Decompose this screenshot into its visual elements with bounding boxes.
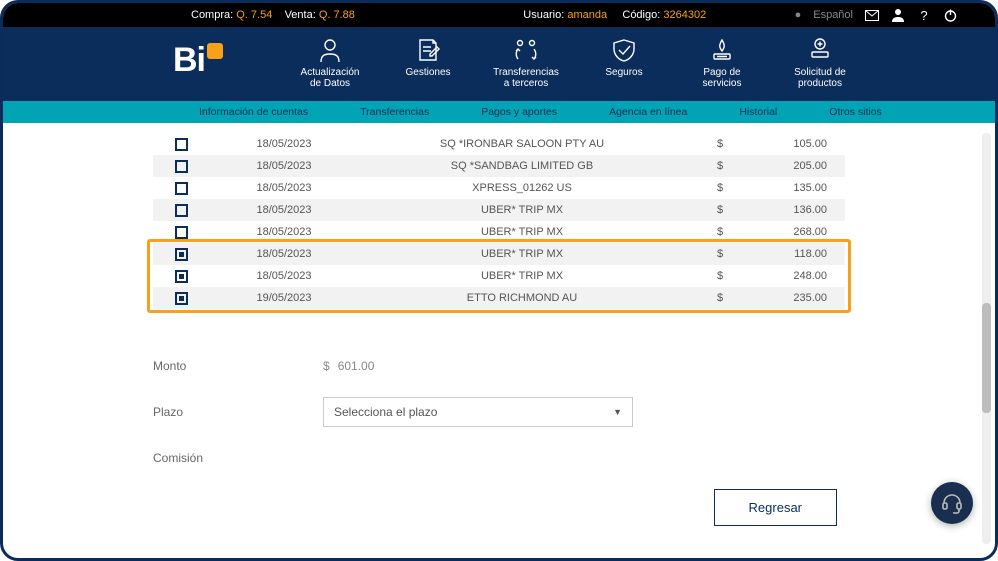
nav-solicitud-productos[interactable]: Solicitud de productos [785,37,855,89]
main-content: 18/05/2023SQ *IRONBAR SALOON PTY AU$105.… [3,123,995,558]
row-desc: ETTO RICHMOND AU [359,287,685,309]
regresar-button[interactable]: Regresar [714,489,837,526]
subnav-transferencias[interactable]: Transferencias [360,106,429,118]
venta-value: Q. 7.88 [319,9,355,21]
subnav-historial[interactable]: Historial [739,106,777,118]
table-row: 18/05/2023SQ *IRONBAR SALOON PTY AU$105.… [153,133,845,155]
row-amount: 268.00 [755,221,845,243]
logo-accent [207,43,223,59]
row-checkbox[interactable] [175,248,188,261]
nav-transferencias-terceros[interactable]: Transferencias a terceros [491,37,561,89]
sub-nav: Información de cuentas Transferencias Pa… [3,101,995,123]
usuario-label: Usuario: [523,9,564,21]
row-date: 18/05/2023 [209,177,359,199]
help-icon[interactable]: ? [917,8,931,22]
transactions-table: 18/05/2023SQ *IRONBAR SALOON PTY AU$105.… [153,133,845,309]
venta-label: Venta: [285,9,316,21]
comision-label: Comisión [153,451,323,465]
row-currency: $ [685,243,755,265]
compra-value: Q. 7.54 [236,9,272,21]
row-amount: 105.00 [755,133,845,155]
codigo-value: 3264302 [663,9,706,21]
row-date: 18/05/2023 [209,221,359,243]
table-row: 18/05/2023UBER* TRIP MX$136.00 [153,199,845,221]
row-currency: $ [685,133,755,155]
row-desc: UBER* TRIP MX [359,265,685,287]
row-amount: 248.00 [755,265,845,287]
row-amount: 235.00 [755,287,845,309]
subnav-pagos-aportes[interactable]: Pagos y aportes [481,106,557,118]
row-desc: XPRESS_01262 US [359,177,685,199]
subnav-agencia-linea[interactable]: Agencia en línea [609,106,687,118]
row-currency: $ [685,265,755,287]
row-date: 18/05/2023 [209,133,359,155]
row-currency: $ [685,155,755,177]
row-date: 18/05/2023 [209,155,359,177]
chevron-down-icon: ▼ [613,407,622,417]
row-amount: 118.00 [755,243,845,265]
row-checkbox[interactable] [175,270,188,283]
row-date: 18/05/2023 [209,199,359,221]
row-amount: 135.00 [755,177,845,199]
monto-label: Monto [153,359,323,373]
table-row: 19/05/2023ETTO RICHMOND AU$235.00 [153,287,845,309]
table-row: 18/05/2023UBER* TRIP MX$268.00 [153,221,845,243]
row-date: 19/05/2023 [209,287,359,309]
row-checkbox[interactable] [175,292,188,305]
row-date: 18/05/2023 [209,265,359,287]
support-fab[interactable] [931,482,973,524]
main-header: Bi Actualización de Datos Gestiones Tran… [3,27,995,101]
row-desc: UBER* TRIP MX [359,199,685,221]
globe-icon: ● [795,9,802,21]
table-row: 18/05/2023UBER* TRIP MX$248.00 [153,265,845,287]
language-label[interactable]: Español [813,9,853,21]
row-date: 18/05/2023 [209,243,359,265]
codigo-label: Código: [622,9,660,21]
row-checkbox[interactable] [175,182,188,195]
scrollbar-thumb[interactable] [982,303,991,413]
row-currency: $ [685,221,755,243]
nav-seguros[interactable]: Seguros [589,37,659,89]
compra-label: Compra: [191,9,233,21]
monto-currency: $ [323,359,330,373]
monto-value: 601.00 [338,359,375,373]
subnav-info-cuentas[interactable]: Información de cuentas [199,106,308,118]
row-amount: 136.00 [755,199,845,221]
subnav-otros-sitios[interactable]: Otros sitios [829,106,882,118]
row-desc: SQ *SANDBAG LIMITED GB [359,155,685,177]
usuario-value: amanda [567,9,607,21]
row-desc: UBER* TRIP MX [359,243,685,265]
row-currency: $ [685,199,755,221]
row-checkbox[interactable] [175,160,188,173]
table-row: 18/05/2023XPRESS_01262 US$135.00 [153,177,845,199]
row-desc: UBER* TRIP MX [359,221,685,243]
nav-gestiones[interactable]: Gestiones [393,37,463,89]
row-currency: $ [685,287,755,309]
row-checkbox[interactable] [175,204,188,217]
power-icon[interactable] [943,8,957,22]
row-checkbox[interactable] [175,226,188,239]
row-checkbox[interactable] [175,138,188,151]
nav-actualizacion-datos[interactable]: Actualización de Datos [295,37,365,89]
nav-pago-servicios[interactable]: Pago de servicios [687,37,757,89]
plazo-select[interactable]: Selecciona el plazo ▼ [323,397,633,427]
logo[interactable]: Bi [173,41,223,80]
table-row: 18/05/2023SQ *SANDBAG LIMITED GB$205.00 [153,155,845,177]
plazo-label: Plazo [153,405,323,419]
table-row: 18/05/2023UBER* TRIP MX$118.00 [153,243,845,265]
row-amount: 205.00 [755,155,845,177]
row-desc: SQ *IRONBAR SALOON PTY AU [359,133,685,155]
user-icon[interactable] [891,8,905,22]
top-info-bar: Compra: Q. 7.54 Venta: Q. 7.88 Usuario: … [3,3,995,27]
row-currency: $ [685,177,755,199]
mail-icon[interactable] [865,8,879,22]
